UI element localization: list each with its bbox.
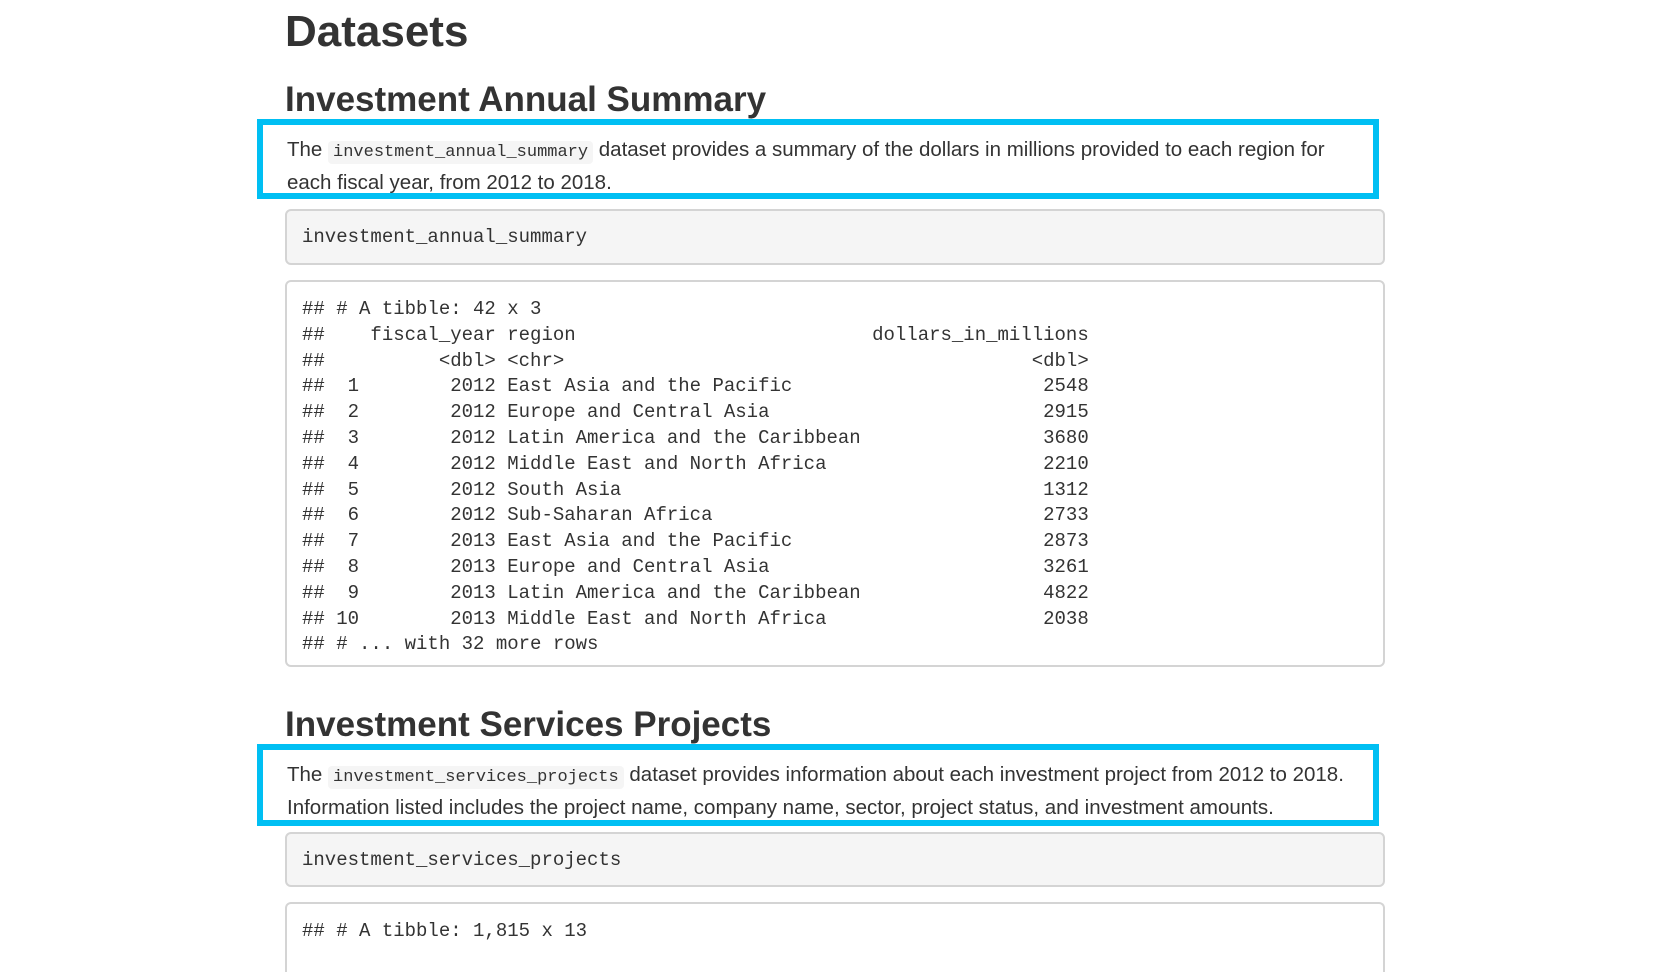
section-title-investment-annual-summary: Investment Annual Summary [285, 80, 767, 119]
output-line: ## 8 2013 Europe and Central Asia 3261 [302, 555, 1089, 578]
output-line: ## 4 2012 Middle East and North Africa 2… [302, 452, 1089, 475]
page-title: Datasets [285, 7, 469, 56]
section-title-investment-services-projects: Investment Services Projects [285, 705, 772, 744]
output-line: ## 2 2012 Europe and Central Asia 2915 [302, 401, 1089, 424]
output-line: ## # A tibble: 42 x 3 [302, 298, 542, 320]
code-output-block: ## # A tibble: 42 x 3 ## fiscal_year reg… [285, 280, 1385, 667]
output-line: ## 5 2012 South Asia 1312 [302, 478, 1089, 501]
inline-code-dataset-name: investment_services_projects [328, 766, 624, 789]
highlighted-description-annual-summary: The investment_annual_summary dataset pr… [257, 119, 1379, 199]
output-line: ## 7 2013 East Asia and the Pacific 2873 [302, 530, 1089, 553]
description-prefix: The [287, 138, 323, 161]
output-line: ## 6 2012 Sub-Saharan Africa 2733 [302, 504, 1089, 527]
code-input-block[interactable]: investment_annual_summary [285, 209, 1385, 265]
highlighted-description-services-projects: The investment_services_projects dataset… [257, 744, 1379, 826]
inline-code-dataset-name: investment_annual_summary [328, 141, 594, 164]
output-line: ## 3 2012 Latin America and the Caribbea… [302, 426, 1089, 449]
output-line: ## 9 2013 Latin America and the Caribbea… [302, 581, 1089, 604]
code-input-block[interactable]: investment_services_projects [285, 832, 1385, 887]
output-line: ## # A tibble: 1,815 x 13 [302, 920, 588, 942]
output-line: ## 1 2012 East Asia and the Pacific 2548 [302, 375, 1089, 398]
code-input-text: investment_annual_summary [302, 226, 588, 248]
output-line: ## # ... with 32 more rows [302, 633, 599, 656]
code-input-text: investment_services_projects [302, 848, 622, 871]
output-line: ## fiscal_year region dollars_in_million… [302, 323, 1089, 346]
output-line: ## <dbl> <chr> <dbl> [302, 349, 1089, 372]
code-output-block: ## # A tibble: 1,815 x 13 [285, 902, 1385, 972]
output-line: ## 10 2013 Middle East and North Africa … [302, 607, 1089, 630]
description-prefix: The [287, 763, 323, 786]
